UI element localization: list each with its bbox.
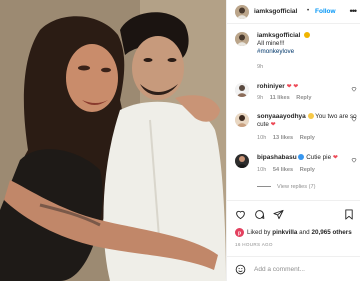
heart-emoji-icon: ❤ <box>270 122 276 128</box>
post-photo[interactable] <box>0 0 226 281</box>
comment-meta: 10h 54 likes Reply <box>257 167 315 173</box>
emoji-icon[interactable] <box>235 264 246 277</box>
view-replies-button[interactable]: View replies (7) <box>257 184 315 190</box>
commenter-avatar[interactable] <box>235 154 249 168</box>
bookmark-icon[interactable] <box>344 209 354 222</box>
add-comment-input[interactable]: Add a comment... <box>254 266 305 273</box>
comment-likes[interactable]: 13 likes <box>273 135 293 141</box>
comment-heart-icon[interactable] <box>351 157 357 165</box>
liked-by-prefix: Liked by <box>247 229 271 236</box>
replies-divider <box>257 186 271 188</box>
add-comment-bar: Add a comment... <box>227 256 360 281</box>
author-avatar[interactable] <box>235 5 249 19</box>
comment-item: rohiniyer ❤ ❤ 9h 11 likes Reply <box>235 83 359 107</box>
comment-item: bipashabasu Cutie pie ❤ 10h 54 likes Rep… <box>235 154 359 180</box>
reply-button[interactable]: Reply <box>296 95 311 101</box>
comment-username[interactable]: rohiniyer <box>257 83 285 90</box>
author-username[interactable]: iamksgofficial <box>254 8 297 15</box>
post-photo-image <box>0 0 226 281</box>
caption-time: 9h <box>257 64 264 70</box>
comment-body: Cutie pie <box>306 154 332 161</box>
caption-line: All mine!!! <box>257 40 285 47</box>
reply-button[interactable]: Reply <box>300 135 315 141</box>
emoji-icon <box>307 113 314 120</box>
comment-item: sonyaaayodhya You two are so cute ❤ 10h … <box>235 113 359 147</box>
view-replies-label: View replies (7) <box>277 184 316 190</box>
hashtag-link[interactable]: #monkeylove <box>257 48 294 55</box>
liked-by-others[interactable]: 20,965 others <box>311 229 351 236</box>
liked-by-conj: and <box>299 229 310 236</box>
post-timestamp: 16 HOURS AGO <box>235 242 273 247</box>
liker-avatar[interactable]: p <box>235 228 244 237</box>
liked-by-user[interactable]: pinkvilla <box>272 229 297 236</box>
more-icon[interactable]: ••• <box>350 7 358 16</box>
post-actions: p Liked by pinkvilla and 20,965 others 1… <box>227 200 360 250</box>
caption-avatar[interactable] <box>235 32 249 46</box>
reply-button[interactable]: Reply <box>300 167 315 173</box>
post-details-panel: iamksgofficial • Follow ••• iamksgoffici… <box>226 0 360 281</box>
commenter-avatar[interactable] <box>235 83 249 97</box>
comment-likes[interactable]: 54 likes <box>273 167 293 173</box>
commenter-avatar[interactable] <box>235 113 249 127</box>
caption: iamksgofficial All mine!!! #monkeylove 9… <box>235 32 359 72</box>
comment-text: sonyaaayodhya You two are so cute ❤ <box>257 113 357 129</box>
heart-icon[interactable] <box>235 209 246 222</box>
comment-time: 10h <box>257 135 267 141</box>
comment-username[interactable]: bipashabasu <box>257 154 297 161</box>
comment-username[interactable]: sonyaaayodhya <box>257 113 306 120</box>
heart-emoji-icon: ❤ <box>332 155 338 161</box>
share-icon[interactable] <box>273 209 284 222</box>
comment-heart-icon[interactable] <box>351 116 357 124</box>
verified-icon <box>298 154 305 161</box>
comment-text: rohiniyer ❤ ❤ <box>257 83 357 91</box>
caption-text: iamksgofficial All mine!!! #monkeylove <box>257 32 357 56</box>
heart-emoji-icon: ❤ ❤ <box>286 84 299 90</box>
caption-username[interactable]: iamksgofficial <box>257 32 300 39</box>
comment-meta: 9h 11 likes Reply <box>257 95 312 101</box>
comment-heart-icon[interactable] <box>351 86 357 94</box>
comment-likes[interactable]: 11 likes <box>270 95 290 101</box>
header-separator: • <box>307 8 310 14</box>
svg-text:p: p <box>238 231 241 237</box>
comment-text: bipashabasu Cutie pie ❤ <box>257 154 357 162</box>
comment-meta: 10h 13 likes Reply <box>257 135 315 141</box>
liked-by-text: Liked by pinkvilla and 20,965 others <box>247 229 352 236</box>
verified-icon <box>304 32 311 39</box>
post-header: iamksgofficial • Follow ••• <box>227 0 360 24</box>
comment-icon[interactable] <box>254 209 265 222</box>
comment-time: 10h <box>257 167 267 173</box>
comment-time: 9h <box>257 95 264 101</box>
follow-button[interactable]: Follow <box>315 8 336 15</box>
